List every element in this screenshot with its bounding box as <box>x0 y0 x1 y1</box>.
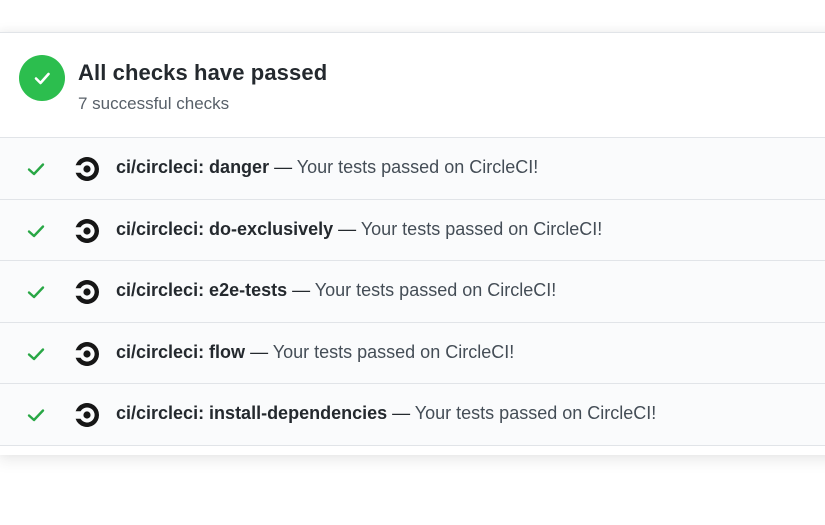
check-separator: — <box>333 218 361 239</box>
circleci-logo-icon <box>73 278 101 306</box>
check-text: ci/circleci: danger — Your tests passed … <box>116 157 538 178</box>
check-separator: — <box>269 157 297 177</box>
check-name[interactable]: ci/circleci: install-dependencies <box>116 403 387 423</box>
summary-title: All checks have passed <box>78 60 328 85</box>
circleci-logo-icon <box>73 340 101 368</box>
success-badge-icon <box>19 55 65 101</box>
circleci-logo-icon <box>73 401 101 429</box>
check-separator: — <box>245 341 273 362</box>
checks-list: ci/circleci: danger — Your tests passed … <box>0 138 825 446</box>
circleci-logo-icon <box>73 217 101 245</box>
check-separator: — <box>287 280 315 300</box>
check-name[interactable]: ci/circleci: danger <box>116 157 269 177</box>
checks-summary: All checks have passed 7 successful chec… <box>0 33 825 138</box>
check-row[interactable]: ci/circleci: do-exclusively — Your tests… <box>0 199 825 261</box>
check-text: ci/circleci: e2e-tests — Your tests pass… <box>116 280 556 301</box>
check-mark-icon <box>26 344 46 364</box>
check-name[interactable]: ci/circleci: e2e-tests <box>116 280 287 300</box>
check-row[interactable]: ci/circleci: flow — Your tests passed on… <box>0 322 825 384</box>
check-description: Your tests passed on CircleCI! <box>314 280 557 300</box>
check-text: ci/circleci: flow — Your tests passed on… <box>116 342 514 363</box>
check-description: Your tests passed on CircleCI! <box>272 341 515 362</box>
check-name[interactable]: ci/circleci: do-exclusively <box>116 219 333 239</box>
check-row[interactable]: ci/circleci: danger — Your tests passed … <box>0 138 825 200</box>
circleci-logo-icon <box>73 155 101 183</box>
check-text: ci/circleci: install-dependencies — Your… <box>116 403 656 424</box>
check-mark-icon <box>26 159 46 179</box>
check-description: Your tests passed on CircleCI! <box>414 403 657 423</box>
checks-panel: All checks have passed 7 successful chec… <box>0 32 825 455</box>
check-text: ci/circleci: do-exclusively — Your tests… <box>116 219 602 240</box>
summary-subtitle: 7 successful checks <box>78 94 230 113</box>
check-description: Your tests passed on CircleCI! <box>296 157 539 177</box>
check-mark-icon <box>26 282 46 302</box>
check-description: Your tests passed on CircleCI! <box>360 218 603 239</box>
check-separator: — <box>387 403 415 423</box>
check-mark-icon <box>26 221 46 241</box>
check-mark-icon <box>26 405 46 425</box>
check-name[interactable]: ci/circleci: flow <box>116 342 245 362</box>
check-row[interactable]: ci/circleci: install-dependencies — Your… <box>0 384 825 446</box>
check-row[interactable]: ci/circleci: e2e-tests — Your tests pass… <box>0 261 825 323</box>
